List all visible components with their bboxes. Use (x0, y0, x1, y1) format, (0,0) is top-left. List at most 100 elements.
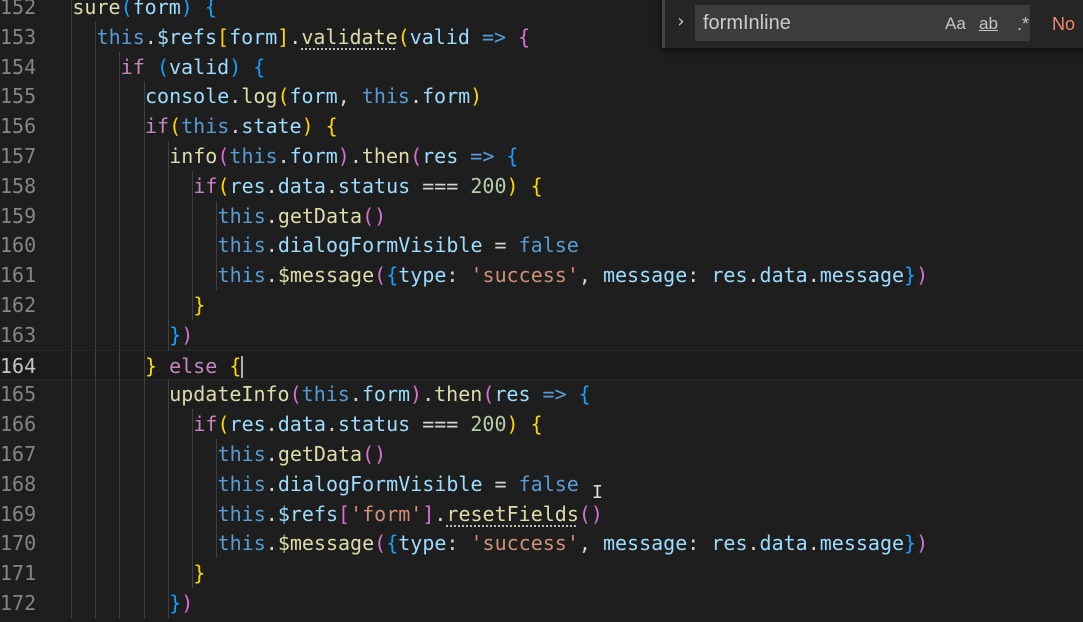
code-line[interactable]: 170 this.$message({type: 'success', messa… (0, 528, 1083, 559)
code-token: form (289, 84, 338, 109)
code-text[interactable]: console.log(form, this.form) (145, 81, 482, 111)
code-line[interactable]: 162} (0, 290, 1083, 320)
code-token: getData (277, 203, 363, 228)
code-text[interactable]: this.getData() (218, 439, 387, 469)
code-token: res (422, 144, 459, 168)
indent-guide (71, 170, 72, 201)
code-token: { (530, 412, 543, 437)
code-text[interactable]: this.dialogFormVisible = false (218, 230, 579, 260)
code-text[interactable]: } (193, 290, 205, 320)
indent-guide (143, 260, 145, 291)
code-line[interactable]: 171} (0, 558, 1083, 589)
code-line[interactable]: 166 if(res.data.status === 200) { (0, 409, 1083, 440)
code-text[interactable]: }) (169, 320, 193, 350)
line-number: 152 (0, 0, 37, 19)
code-line[interactable]: 154 if (valid) { (0, 51, 1083, 82)
code-line[interactable]: 155 console.log(form, this.form) (0, 81, 1083, 112)
indent-guide (95, 528, 97, 559)
code-token: form (422, 84, 471, 109)
indent-guide (119, 290, 121, 320)
code-text[interactable]: if (valid) { (121, 52, 266, 82)
match-case-toggle[interactable]: Aa (945, 10, 966, 38)
code-line[interactable]: 167 this.getData() (0, 439, 1083, 469)
code-token: status (337, 173, 411, 198)
code-text[interactable]: }) (169, 588, 193, 618)
line-number: 167 (0, 442, 37, 466)
code-token: this (96, 24, 145, 49)
code-token: } (169, 322, 182, 347)
code-text[interactable]: this.$refs[form].validate(valid => { (97, 22, 531, 52)
code-token: . (265, 173, 278, 198)
code-line[interactable]: 165 updateInfo(this.form).then(res => { (0, 379, 1083, 410)
find-widget[interactable]: › Aa ab .* No (662, 0, 1083, 48)
code-text[interactable]: sure(form) { (72, 0, 217, 22)
code-line[interactable]: 159 this.getData() (0, 200, 1083, 231)
code-token: } (193, 293, 206, 317)
indent-guide (95, 111, 97, 142)
code-line[interactable]: 156 if(this.state) { (0, 111, 1083, 142)
code-editor[interactable]: 152 sure(form) {153 this.$refs[form].valid… (0, 0, 1083, 622)
code-token: if (193, 173, 218, 198)
code-token: ( (277, 84, 290, 109)
code-text[interactable]: } else { (145, 351, 244, 381)
code-token: . (325, 412, 338, 437)
code-text[interactable]: this.$message({type: 'success', message:… (218, 260, 929, 290)
indent-guide (95, 588, 97, 618)
code-text[interactable]: this.dialogFormVisible = false (218, 469, 579, 499)
indent-guide (95, 319, 97, 350)
code-line[interactable]: 163}) (0, 319, 1083, 350)
code-token: . (277, 144, 290, 168)
line-number: 161 (0, 263, 37, 288)
code-token: . (229, 84, 242, 109)
code-text[interactable]: } (193, 558, 205, 588)
code-token: form (132, 0, 181, 19)
code-token: . (265, 203, 278, 228)
code-line[interactable]: 157 info(this.form).then(res => { (0, 141, 1083, 171)
code-text[interactable]: this.$refs['form'].resetFields() (218, 499, 603, 529)
code-token: ) (181, 591, 194, 615)
code-text[interactable]: if(res.data.status === 200) { (193, 409, 542, 439)
code-text[interactable]: updateInfo(this.form).then(res => { (169, 379, 591, 409)
code-line[interactable]: 164} else { (0, 349, 1083, 381)
code-token: ( (289, 382, 302, 407)
code-token: { (530, 173, 543, 198)
code-token: this (217, 531, 266, 556)
code-text[interactable]: this.$message({type: 'success', message:… (218, 528, 929, 558)
code-token: this (217, 471, 266, 496)
code-token: this (217, 501, 266, 526)
code-token: this (217, 233, 266, 258)
code-token: () (362, 203, 387, 228)
whole-word-toggle[interactable]: ab (979, 10, 998, 38)
code-text[interactable]: if(this.state) { (145, 111, 338, 141)
indent-guide (95, 81, 97, 112)
code-token: 200 (470, 173, 507, 198)
chevron-right-icon[interactable]: › (669, 8, 693, 36)
code-token: ) (301, 114, 314, 139)
code-token: data (759, 531, 808, 556)
code-line[interactable]: 158 if(res.data.status === 200) { (0, 170, 1083, 201)
code-line[interactable]: 161 this.$message({type: 'success', messa… (0, 260, 1083, 291)
indent-guide (192, 439, 193, 469)
code-token: . (422, 382, 435, 407)
indent-guide (119, 81, 121, 112)
code-token: . (434, 501, 447, 526)
code-token: ) (410, 382, 423, 407)
code-token: } (193, 561, 206, 586)
line-number: 163 (0, 322, 37, 347)
code-line[interactable]: 168 this.dialogFormVisible = false (0, 468, 1083, 499)
code-line[interactable]: 172}) (0, 588, 1083, 618)
code-line[interactable]: 169 this.$refs['form'].resetFields() (0, 498, 1083, 529)
code-text[interactable]: this.getData() (218, 201, 387, 231)
indent-guide (167, 200, 169, 231)
indent-guide (119, 230, 121, 261)
code-text[interactable]: info(this.form).then(res => { (169, 141, 518, 171)
code-token: ) (337, 144, 350, 168)
code-line[interactable]: 160 this.dialogFormVisible = false (0, 230, 1083, 261)
regex-toggle[interactable]: .* (1017, 10, 1029, 38)
code-text[interactable]: if(res.data.status === 200) { (193, 171, 542, 201)
